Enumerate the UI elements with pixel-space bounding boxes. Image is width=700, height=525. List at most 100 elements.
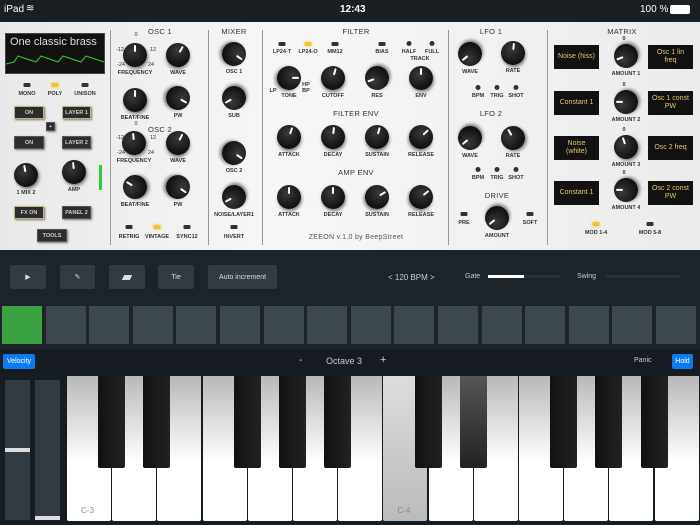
knob-aenv-release[interactable]	[404, 180, 438, 214]
matrix-dest-3[interactable]: Osc 2 freq	[648, 136, 693, 160]
layer1-button[interactable]: LAYER 1	[62, 106, 91, 119]
knob-osc1-wave[interactable]	[161, 38, 195, 72]
tools-button[interactable]: TOOLS	[37, 229, 67, 242]
knob-lfo1-rate[interactable]	[499, 39, 527, 67]
vintage-led[interactable]	[153, 225, 161, 229]
black-key[interactable]	[279, 376, 306, 468]
sequencer-step[interactable]	[525, 306, 566, 344]
octave-up-button[interactable]: +	[380, 354, 386, 366]
mod-slider-handle[interactable]	[35, 516, 60, 520]
knob-mixer-osc1[interactable]	[217, 37, 251, 71]
knob-matrix-amount-3[interactable]	[610, 131, 642, 163]
black-key[interactable]	[550, 376, 578, 468]
black-key[interactable]	[233, 376, 261, 468]
knob-matrix-amount-1[interactable]	[610, 40, 642, 72]
sequencer-step[interactable]	[45, 306, 86, 344]
knob-fenv-attack[interactable]	[273, 121, 305, 153]
sequencer-step[interactable]	[438, 306, 478, 344]
tie-button[interactable]: Tie	[158, 265, 194, 289]
sequencer-step[interactable]	[2, 306, 42, 344]
black-key[interactable]	[459, 376, 487, 468]
bpm-selector[interactable]: < 120 BPM >	[388, 273, 435, 282]
black-key[interactable]	[98, 376, 126, 468]
knob-mixer-noise[interactable]	[217, 180, 251, 214]
pencil-button[interactable]: ✎	[60, 265, 95, 289]
layer2-button[interactable]: LAYER 2	[62, 136, 91, 149]
matrix-dest-4[interactable]: Osc 2 const PW	[648, 181, 693, 205]
layer1-on-button[interactable]: ON	[14, 106, 44, 119]
black-key[interactable]	[143, 376, 171, 468]
matrix-source-2[interactable]: Constant 1	[554, 91, 599, 115]
sequencer-step[interactable]	[132, 306, 173, 344]
knob-mix[interactable]	[11, 160, 41, 190]
knob-lfo2-rate[interactable]	[496, 121, 530, 155]
lfo2-trig-dot[interactable]	[494, 167, 500, 172]
layer2-on-button[interactable]: ON	[14, 136, 44, 149]
auto-increment-button[interactable]: Auto increment	[208, 265, 277, 289]
mm12-led[interactable]	[331, 42, 339, 46]
knob-osc2-pw[interactable]	[161, 170, 195, 204]
black-key[interactable]	[324, 376, 352, 468]
sequencer-step[interactable]	[263, 306, 304, 344]
mod1-4-led[interactable]	[592, 222, 600, 226]
mod5-8-led[interactable]	[646, 222, 654, 226]
fx-on-button[interactable]: FX ON	[14, 206, 44, 219]
matrix-dest-1[interactable]: Osc 1 lin freq	[648, 45, 693, 69]
sequencer-step[interactable]	[394, 306, 435, 344]
pitch-slider-handle[interactable]	[5, 448, 30, 452]
matrix-dest-2[interactable]: Osc 1 const PW	[648, 91, 693, 115]
matrix-source-4[interactable]: Constant 1	[554, 181, 599, 205]
matrix-source-1[interactable]: Noise (hiss)	[554, 45, 599, 69]
matrix-source-3[interactable]: Noise (white)	[554, 136, 599, 160]
mod-slider[interactable]	[35, 380, 60, 520]
knob-filter-env[interactable]	[409, 66, 433, 90]
knob-osc1-beatfine[interactable]	[123, 88, 147, 112]
knob-drive-amount[interactable]	[480, 201, 514, 235]
bias-led[interactable]	[378, 42, 386, 46]
knob-aenv-decay[interactable]	[321, 185, 345, 209]
knob-filter-tone[interactable]	[276, 65, 302, 91]
sequencer-step[interactable]	[89, 306, 130, 344]
sequencer-step[interactable]	[307, 306, 348, 344]
octave-down-button[interactable]: -	[299, 355, 302, 366]
knob-filter-cutoff[interactable]	[318, 63, 348, 93]
sequencer-step[interactable]	[350, 306, 391, 344]
track-full-dot[interactable]	[429, 41, 435, 46]
gate-slider[interactable]	[488, 275, 560, 278]
swing-slider[interactable]	[605, 275, 680, 278]
lp24o-led[interactable]	[304, 42, 312, 46]
lfo2-bpm-dot[interactable]	[475, 167, 481, 172]
knob-fenv-release[interactable]	[404, 120, 438, 154]
sequencer-step[interactable]	[612, 306, 653, 344]
sequencer-step[interactable]	[568, 306, 609, 344]
black-key[interactable]	[595, 376, 623, 468]
sequencer-step[interactable]	[481, 306, 522, 344]
drive-pre-led[interactable]	[460, 212, 468, 216]
knob-fenv-sustain[interactable]	[362, 122, 392, 152]
link-layers-button[interactable]: +	[46, 122, 55, 131]
lfo1-shot-dot[interactable]	[513, 85, 519, 90]
eraser-button[interactable]	[109, 265, 145, 289]
knob-osc2-beatfine[interactable]	[118, 170, 152, 204]
lfo2-shot-dot[interactable]	[513, 167, 519, 172]
knob-filter-res[interactable]	[361, 62, 393, 94]
sequencer-step[interactable]	[220, 306, 260, 344]
black-key[interactable]	[640, 376, 668, 468]
pitch-slider[interactable]	[5, 380, 30, 520]
knob-matrix-amount-2[interactable]	[613, 89, 639, 115]
velocity-button[interactable]: Velocity	[3, 354, 35, 369]
knob-mixer-sub[interactable]	[217, 81, 251, 115]
preset-display[interactable]: One classic brass	[5, 33, 105, 74]
sync12-led[interactable]	[183, 225, 191, 229]
drive-soft-led[interactable]	[526, 212, 534, 216]
lfo1-trig-dot[interactable]	[494, 85, 500, 90]
panel2-button[interactable]: PANEL 2	[62, 206, 91, 219]
knob-osc1-frequency[interactable]	[123, 43, 147, 67]
retrig-led[interactable]	[125, 225, 133, 229]
mono-led[interactable]	[23, 83, 31, 87]
lfo1-bpm-dot[interactable]	[475, 85, 481, 90]
invert-led[interactable]	[230, 225, 238, 229]
knob-osc1-pw[interactable]	[161, 81, 195, 115]
knob-mixer-osc2[interactable]	[217, 136, 251, 170]
track-half-dot[interactable]	[406, 41, 412, 46]
